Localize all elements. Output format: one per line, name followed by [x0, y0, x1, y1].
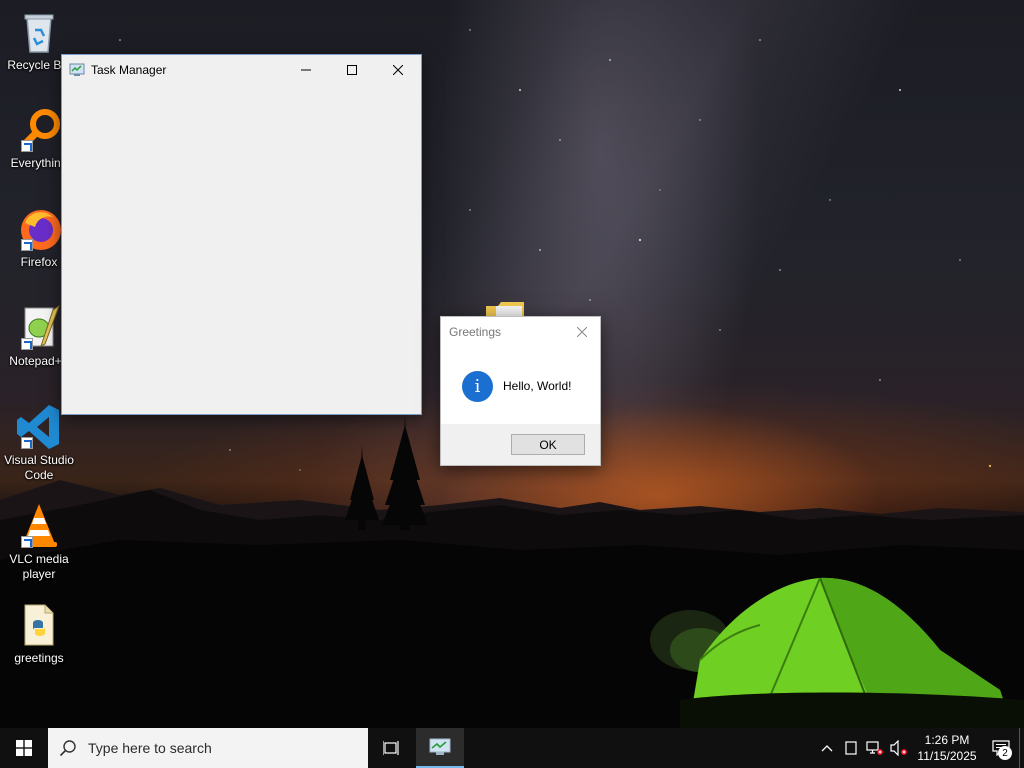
notification-badge: 2: [998, 746, 1012, 760]
taskbar: Type here to search 1:26 PM 11/15/2025 2: [0, 728, 1024, 768]
info-icon: i: [462, 370, 493, 402]
dialog-body: i Hello, World!: [441, 347, 600, 425]
task-manager-window[interactable]: Task Manager: [61, 54, 422, 415]
desktop-icon-label: Visual Studio Code: [4, 453, 74, 482]
notepad-plus-plus-icon: [15, 304, 63, 352]
windows-logo-icon: [16, 740, 32, 756]
close-button[interactable]: [375, 55, 421, 84]
task-manager-icon: [429, 738, 451, 755]
maximize-icon: [347, 64, 357, 75]
task-manager-icon: [69, 63, 85, 76]
network-button[interactable]: [863, 728, 887, 768]
taskbar-search-box[interactable]: Type here to search: [48, 728, 368, 768]
task-manager-title-bar[interactable]: Task Manager: [62, 55, 421, 84]
show-hidden-icons-button[interactable]: [815, 728, 839, 768]
close-icon: [577, 327, 587, 337]
desktop-icon-vscode[interactable]: Visual Studio Code: [4, 403, 74, 483]
clock-time: 1:26 PM: [924, 733, 970, 747]
dialog-close-button[interactable]: [572, 322, 592, 342]
ok-button[interactable]: OK: [511, 434, 585, 455]
vlc-icon: [15, 502, 63, 550]
search-placeholder: Type here to search: [88, 740, 212, 756]
greetings-dialog[interactable]: Greetings i Hello, World! OK: [440, 316, 601, 466]
task-manager-title: Task Manager: [91, 62, 167, 77]
action-center-button[interactable]: 2: [983, 728, 1019, 768]
chevron-up-icon: [821, 745, 833, 752]
system-tray: 1:26 PM 11/15/2025 2: [815, 728, 1024, 768]
desktop-icon-label: greetings: [14, 651, 64, 665]
close-icon: [393, 64, 403, 75]
shortcut-arrow-icon: [21, 437, 33, 449]
maximize-button[interactable]: [329, 55, 375, 84]
task-view-button[interactable]: [368, 728, 416, 768]
search-icon: [48, 739, 88, 757]
dialog-title: Greetings: [449, 325, 502, 339]
network-icon: [866, 741, 883, 755]
dialog-footer: OK: [441, 424, 600, 465]
volume-button[interactable]: [887, 728, 911, 768]
python-file-icon: [15, 601, 63, 649]
dialog-title-bar[interactable]: Greetings: [441, 317, 600, 347]
clock-date: 11/15/2025: [917, 749, 977, 763]
clock[interactable]: 1:26 PM 11/15/2025: [911, 732, 983, 764]
desktop-icon-vlc[interactable]: VLC media player: [4, 502, 74, 582]
minimize-icon: [301, 69, 311, 70]
firefox-icon: [15, 205, 63, 253]
desktop-icon-label: VLC media player: [9, 552, 69, 581]
vscode-icon: [15, 403, 63, 451]
task-view-icon: [383, 741, 399, 755]
volume-muted-icon: [890, 740, 907, 756]
taskbar-app-task-manager[interactable]: [416, 728, 464, 768]
shortcut-arrow-icon: [21, 140, 33, 152]
show-desktop-button[interactable]: [1019, 728, 1024, 768]
tray-window-icon: [845, 741, 857, 755]
recycle-bin-icon: [15, 8, 63, 56]
desktop-icon-greetings[interactable]: greetings: [4, 601, 74, 666]
shortcut-arrow-icon: [21, 536, 33, 548]
tray-app-button[interactable]: [839, 728, 863, 768]
minimize-button[interactable]: [283, 55, 329, 84]
everything-search-icon: [15, 106, 63, 154]
shortcut-arrow-icon: [21, 338, 33, 350]
shortcut-arrow-icon: [21, 239, 33, 251]
dialog-message: Hello, World!: [503, 379, 572, 393]
start-button[interactable]: [0, 728, 48, 768]
